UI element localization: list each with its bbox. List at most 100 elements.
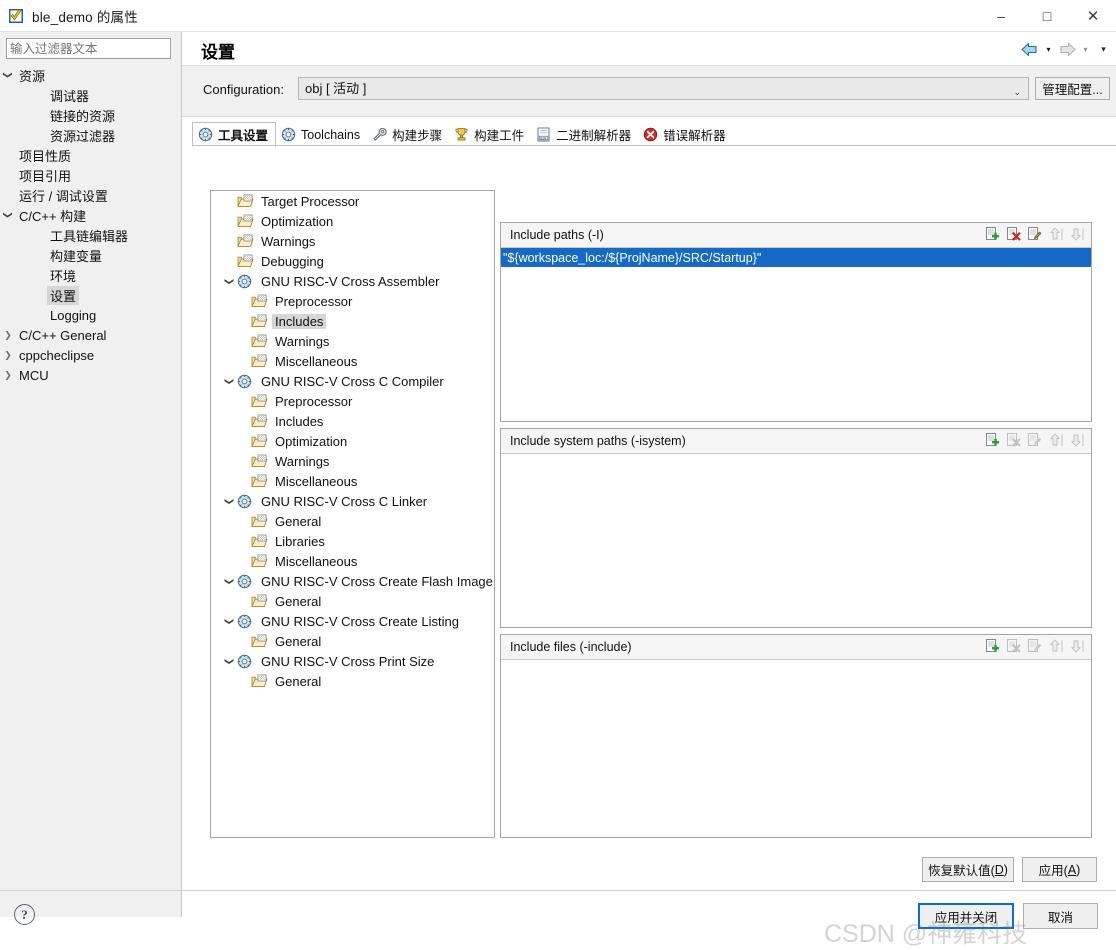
tool-tree-item-0[interactable]: Target Processor: [211, 191, 494, 211]
chevron-down-icon[interactable]: ❯: [0, 207, 18, 223]
sidebar-item-1[interactable]: 调试器: [0, 85, 182, 105]
tool-tree-item-21[interactable]: ❯ GNU RISC-V Cross Create Listing: [211, 611, 494, 631]
sidebar-item-label: 资源过滤器: [50, 128, 116, 144]
tool-tree-item-14[interactable]: Miscellaneous: [211, 471, 494, 491]
chevron-down-icon[interactable]: ❯: [0, 67, 18, 83]
tab-1[interactable]: Toolchains: [276, 123, 367, 146]
list-item[interactable]: "${workspace_loc:/${ProjName}/SRC/Startu…: [501, 248, 1091, 267]
gear-icon: [237, 574, 254, 589]
sidebar-item-9[interactable]: 构建变量: [0, 245, 182, 265]
back-arrow-icon[interactable]: [1020, 41, 1040, 58]
sidebar-item-14[interactable]: ❯ cppcheclipse: [0, 345, 182, 365]
folder-icon: [251, 334, 268, 349]
gear-icon: [237, 274, 254, 289]
maximize-button[interactable]: □: [1024, 0, 1070, 31]
tab-label: 二进制解析器: [556, 129, 632, 143]
filter-input[interactable]: [6, 38, 171, 59]
tool-tree-item-5[interactable]: Preprocessor: [211, 291, 494, 311]
tool-tree-item-18[interactable]: Miscellaneous: [211, 551, 494, 571]
edit-icon[interactable]: [1026, 226, 1043, 243]
sidebar-item-2[interactable]: 链接的资源: [0, 105, 182, 125]
tab-0[interactable]: 工具设置: [192, 122, 277, 147]
include-system-paths-toolbar: [984, 432, 1085, 449]
apply-and-close-button[interactable]: 应用并关闭: [918, 903, 1014, 929]
tab-4[interactable]: 010 二进制解析器: [531, 123, 638, 146]
tool-settings-tree[interactable]: Target Processor Optimization Warnings Debu…: [210, 190, 495, 838]
sidebar-item-13[interactable]: ❯ C/C++ General: [0, 325, 182, 345]
close-button[interactable]: ✕: [1070, 0, 1116, 31]
chevron-right-icon[interactable]: ❯: [0, 345, 16, 365]
sidebar-item-15[interactable]: ❯ MCU: [0, 365, 182, 385]
tool-tree-item-13[interactable]: Warnings: [211, 451, 494, 471]
tab-5[interactable]: 错误解析器: [638, 123, 733, 146]
include-system-paths-title: Include system paths (-isystem): [510, 434, 686, 448]
include-paths-group: Include paths (-I) "${workspace_loc:/${P…: [500, 222, 1092, 422]
tool-tree-item-23[interactable]: ❯ GNU RISC-V Cross Print Size: [211, 651, 494, 671]
chevron-right-icon[interactable]: ❯: [0, 365, 16, 385]
tool-tree-item-1[interactable]: Optimization: [211, 211, 494, 231]
tab-2[interactable]: 构建步骤: [367, 123, 449, 146]
minimize-button[interactable]: –: [978, 0, 1024, 31]
tool-tree-item-8[interactable]: Miscellaneous: [211, 351, 494, 371]
folder-icon: [251, 534, 268, 549]
tool-tree-item-6[interactable]: Includes: [211, 311, 494, 331]
chevron-down-icon[interactable]: ❯: [224, 613, 235, 629]
error-icon: [643, 127, 658, 142]
tab-3[interactable]: 构建工件: [449, 123, 531, 146]
include-system-paths-list[interactable]: [501, 454, 1091, 627]
help-icon[interactable]: ?: [14, 904, 35, 925]
manage-configurations-button[interactable]: 管理配置...: [1035, 77, 1110, 100]
tool-tree-item-17[interactable]: Libraries: [211, 531, 494, 551]
cancel-button[interactable]: 取消: [1023, 903, 1098, 929]
sidebar-item-10[interactable]: 环境: [0, 265, 182, 285]
delete-icon[interactable]: [1005, 226, 1022, 243]
restore-defaults-button[interactable]: 恢复默认值(D): [922, 857, 1014, 882]
add-icon[interactable]: [984, 432, 1001, 449]
sidebar-tree: ❯ 资源 调试器 链接的资源 资源过滤器 项目性质 项目引用 运行 / 调试设置 ❯ C/C++ …: [0, 65, 182, 385]
chevron-down-icon[interactable]: ❯: [224, 273, 235, 289]
tool-tree-item-19[interactable]: ❯ GNU RISC-V Cross Create Flash Image: [211, 571, 494, 591]
tool-tree-item-24[interactable]: General: [211, 671, 494, 691]
tool-tree-item-11[interactable]: Includes: [211, 411, 494, 431]
chevron-down-icon[interactable]: ❯: [224, 373, 235, 389]
sidebar-item-7[interactable]: ❯ C/C++ 构建: [0, 205, 182, 225]
add-icon[interactable]: [984, 226, 1001, 243]
tool-tree-item-7[interactable]: Warnings: [211, 331, 494, 351]
tool-tree-item-label: GNU RISC-V Cross C Linker: [261, 493, 428, 509]
forward-arrow-icon: [1057, 41, 1077, 58]
tool-tree-item-4[interactable]: ❯ GNU RISC-V Cross Assembler: [211, 271, 494, 291]
sidebar-item-8[interactable]: 工具链编辑器: [0, 225, 182, 245]
include-system-paths-header: Include system paths (-isystem): [501, 429, 1091, 454]
tool-tree-item-3[interactable]: Debugging: [211, 251, 494, 271]
apply-button[interactable]: 应用(A): [1022, 857, 1097, 882]
chevron-right-icon[interactable]: ❯: [0, 325, 16, 345]
sidebar-item-6[interactable]: 运行 / 调试设置: [0, 185, 182, 205]
view-menu-chevron-icon[interactable]: ▾: [1097, 42, 1110, 58]
tool-tree-item-15[interactable]: ❯ GNU RISC-V Cross C Linker: [211, 491, 494, 511]
chevron-down-icon[interactable]: ❯: [224, 653, 235, 669]
configuration-select[interactable]: obj [ 活动 ] ⌄: [298, 77, 1029, 100]
sidebar-item-5[interactable]: 项目引用: [0, 165, 182, 185]
delete-icon: [1005, 432, 1022, 449]
tool-tree-item-9[interactable]: ❯ GNU RISC-V Cross C Compiler: [211, 371, 494, 391]
tool-tree-item-12[interactable]: Optimization: [211, 431, 494, 451]
add-icon[interactable]: [984, 638, 1001, 655]
sidebar-item-0[interactable]: ❯ 资源: [0, 65, 182, 85]
binary-icon: 010: [536, 127, 551, 142]
sidebar-item-3[interactable]: 资源过滤器: [0, 125, 182, 145]
sidebar-item-11[interactable]: 设置: [0, 285, 182, 305]
sidebar-item-4[interactable]: 项目性质: [0, 145, 182, 165]
back-dropdown-chevron-icon[interactable]: ▾: [1042, 42, 1055, 58]
chevron-down-icon[interactable]: ❯: [224, 493, 235, 509]
window-controls: – □ ✕: [978, 0, 1116, 31]
include-paths-list[interactable]: "${workspace_loc:/${ProjName}/SRC/Startu…: [501, 248, 1091, 421]
include-files-list[interactable]: [501, 660, 1091, 837]
tool-tree-item-16[interactable]: General: [211, 511, 494, 531]
window-title: ble_demo 的属性: [32, 9, 138, 25]
tool-tree-item-10[interactable]: Preprocessor: [211, 391, 494, 411]
tool-tree-item-2[interactable]: Warnings: [211, 231, 494, 251]
sidebar-item-12[interactable]: Logging: [0, 305, 182, 325]
chevron-down-icon[interactable]: ❯: [224, 573, 235, 589]
tool-tree-item-20[interactable]: General: [211, 591, 494, 611]
tool-tree-item-22[interactable]: General: [211, 631, 494, 651]
